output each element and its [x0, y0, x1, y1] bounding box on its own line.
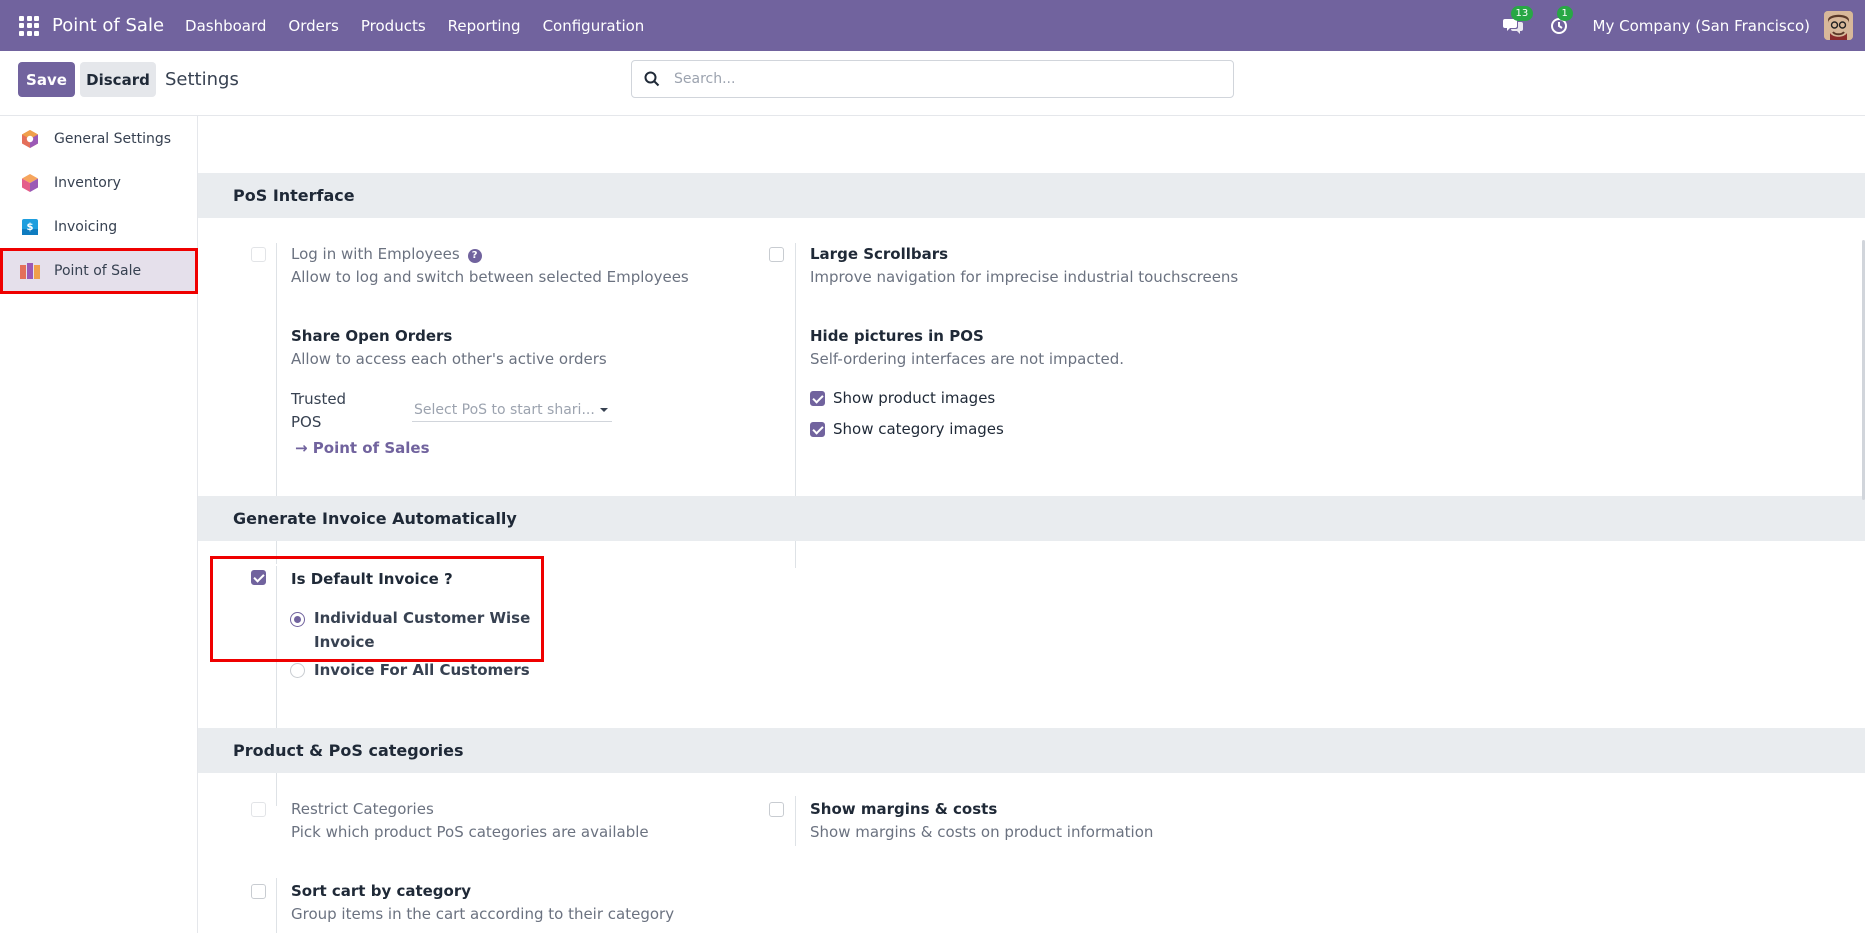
search-bar: [631, 60, 1234, 98]
show-margins-title: Show margins & costs: [810, 800, 998, 818]
control-panel: Save Discard Settings: [0, 51, 1865, 116]
trusted-pos-select[interactable]: Select PoS to start shari...: [412, 398, 612, 422]
help-icon[interactable]: ?: [467, 248, 482, 263]
app-brand[interactable]: Point of Sale: [52, 15, 164, 36]
activity-button[interactable]: 1: [1547, 5, 1573, 38]
user-avatar[interactable]: [1824, 11, 1853, 40]
all-customers-invoice-radio[interactable]: [290, 663, 305, 678]
login-employees-checkbox[interactable]: [251, 247, 266, 262]
menu-item-products[interactable]: Products: [350, 17, 437, 35]
hide-pictures-title: Hide pictures in POS: [810, 327, 984, 345]
sidebar-item-general-settings[interactable]: General Settings: [0, 117, 196, 161]
sidebar-item-invoicing[interactable]: $ Invoicing: [0, 205, 196, 249]
svg-text:$: $: [27, 222, 34, 233]
restrict-categories-checkbox[interactable]: [251, 802, 266, 817]
default-invoice-title: Is Default Invoice ?: [291, 570, 453, 588]
general-settings-icon: [19, 128, 41, 150]
search-input[interactable]: [674, 71, 1194, 87]
menu-item-dashboard[interactable]: Dashboard: [174, 17, 277, 35]
show-category-images-label: Show category images: [833, 420, 1004, 438]
show-category-images-checkbox[interactable]: [810, 421, 825, 437]
sidebar-item-point-of-sale[interactable]: Point of Sale: [0, 248, 198, 294]
login-employees-title: Log in with Employees?: [291, 245, 482, 263]
restrict-categories-desc: Pick which product PoS categories are av…: [291, 823, 649, 841]
apps-menu-icon[interactable]: [18, 15, 40, 37]
show-margins-desc: Show margins & costs on product informat…: [810, 823, 1154, 841]
inventory-icon: [19, 172, 41, 194]
invoicing-icon: $: [19, 216, 41, 238]
setting-divider: [795, 796, 796, 846]
sort-cart-desc: Group items in the cart according to the…: [291, 905, 675, 923]
caret-down-icon: [600, 408, 608, 412]
show-product-images-checkbox[interactable]: [810, 390, 825, 406]
sidebar-item-label: Inventory: [54, 175, 121, 191]
messages-button[interactable]: 13: [1501, 5, 1534, 38]
share-orders-desc: Allow to access each other's active orde…: [291, 350, 607, 368]
sidebar-item-label: General Settings: [54, 131, 172, 147]
messages-badge: 13: [1510, 5, 1534, 21]
all-customers-invoice-label[interactable]: Invoice For All Customers: [314, 658, 530, 682]
settings-content: PoS Interface Log in with Employees? All…: [198, 116, 1865, 933]
section-header-product-categories: Product & PoS categories: [198, 728, 1865, 773]
sidebar-item-label: Invoicing: [54, 219, 118, 235]
restrict-categories-title: Restrict Categories: [291, 800, 434, 818]
share-orders-title: Share Open Orders: [291, 327, 453, 345]
trusted-pos-label-line2: POS: [291, 413, 322, 431]
trusted-pos-label: Trusted: [291, 390, 347, 408]
show-category-images-option[interactable]: Show category images: [810, 420, 1004, 438]
arrow-right-icon: →: [295, 439, 313, 457]
sort-cart-title: Sort cart by category: [291, 882, 472, 900]
company-switcher[interactable]: My Company (San Francisco): [1593, 17, 1810, 35]
settings-sidebar: General Settings Inventory $ Invoicing P…: [0, 116, 198, 933]
point-of-sale-icon: [19, 260, 41, 282]
search-icon: [644, 71, 660, 87]
sort-cart-checkbox[interactable]: [251, 884, 266, 899]
large-scrollbars-desc: Improve navigation for imprecise industr…: [810, 268, 1239, 286]
clipped-previous-setting: [290, 116, 740, 118]
menu-item-orders[interactable]: Orders: [277, 17, 349, 35]
section-header-generate-invoice: Generate Invoice Automatically: [198, 496, 1865, 541]
sidebar-item-inventory[interactable]: Inventory: [0, 161, 196, 205]
show-margins-checkbox[interactable]: [769, 802, 784, 817]
large-scrollbars-checkbox[interactable]: [769, 247, 784, 262]
login-employees-desc: Allow to log and switch between selected…: [291, 268, 689, 286]
hide-pictures-desc: Self-ordering interfaces are not impacte…: [810, 350, 1125, 368]
default-invoice-checkbox[interactable]: [251, 570, 266, 585]
section-header-pos-interface: PoS Interface: [198, 173, 1865, 218]
save-button[interactable]: Save: [18, 62, 75, 97]
individual-invoice-radio[interactable]: [290, 612, 305, 627]
page-title: Settings: [165, 69, 239, 90]
menu-item-configuration[interactable]: Configuration: [532, 17, 656, 35]
activity-badge: 1: [1556, 5, 1573, 21]
menu-item-reporting[interactable]: Reporting: [437, 17, 532, 35]
show-product-images-label: Show product images: [833, 389, 996, 407]
trusted-pos-placeholder: Select PoS to start shari...: [414, 401, 595, 418]
point-of-sales-link[interactable]: → Point of Sales: [295, 439, 430, 457]
discard-button[interactable]: Discard: [80, 62, 156, 97]
sidebar-item-label: Point of Sale: [54, 263, 142, 279]
top-navbar: Point of Sale Dashboard Orders Products …: [0, 0, 1865, 51]
navbar-right: 13 1 My Company (San Francisco): [1501, 0, 1865, 51]
individual-invoice-label[interactable]: Individual Customer Wise Invoice: [314, 606, 530, 654]
show-product-images-option[interactable]: Show product images: [810, 389, 995, 407]
setting-divider: [276, 878, 277, 933]
large-scrollbars-title: Large Scrollbars: [810, 245, 949, 263]
main-menu: Dashboard Orders Products Reporting Conf…: [174, 17, 655, 35]
